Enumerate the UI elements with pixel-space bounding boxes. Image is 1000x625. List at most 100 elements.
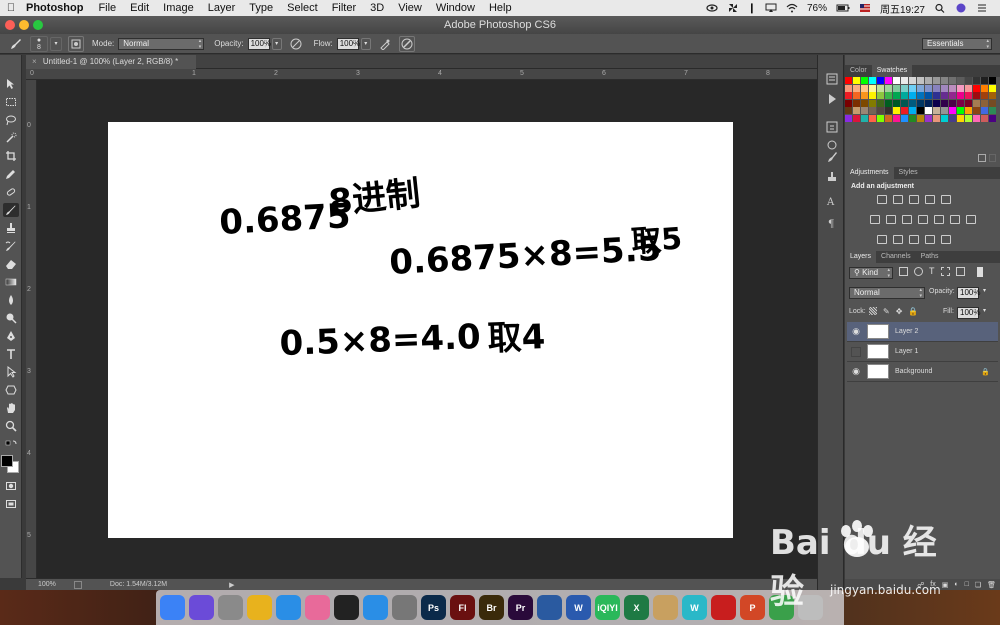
new-swatch-icon[interactable]: [978, 154, 986, 162]
color-swatch[interactable]: [909, 92, 916, 99]
tab-adjustments[interactable]: Adjustments: [845, 167, 894, 179]
lasso-tool-icon[interactable]: [3, 113, 19, 127]
color-swatch[interactable]: [989, 114, 996, 122]
color-swatch[interactable]: [941, 84, 948, 92]
new-layer-icon[interactable]: ❏: [975, 581, 981, 589]
dock-iqiyi-icon[interactable]: iQIYI: [595, 595, 620, 620]
opacity-input[interactable]: 100%: [247, 37, 271, 50]
marquee-tool-icon[interactable]: [3, 95, 19, 109]
color-swatch[interactable]: [909, 99, 916, 107]
black-white-icon[interactable]: [902, 215, 912, 224]
vertical-ruler[interactable]: 0 1 2 3 4 5: [26, 80, 37, 578]
close-window-button[interactable]: [5, 20, 15, 30]
lock-transparent-icon[interactable]: [869, 307, 877, 315]
dock-appstore-icon[interactable]: [363, 595, 388, 620]
color-swatch[interactable]: [941, 114, 948, 122]
color-swatch[interactable]: [845, 84, 852, 92]
color-swatch[interactable]: [973, 84, 980, 92]
dodge-tool-icon[interactable]: [3, 311, 19, 325]
color-swatch[interactable]: [949, 92, 956, 99]
close-tab-icon[interactable]: ×: [32, 57, 37, 66]
dock-qq-icon[interactable]: [334, 595, 359, 620]
color-swatch[interactable]: [941, 92, 948, 99]
color-swatch[interactable]: [949, 99, 956, 107]
color-swatch[interactable]: [957, 99, 964, 107]
color-swatch[interactable]: [925, 84, 932, 92]
color-swatch[interactable]: [981, 99, 988, 107]
document-canvas[interactable]: 0.6875 8进制 0.6875×8=5.5 取5 0.5×8=4.0 取4: [108, 122, 733, 538]
layer-name[interactable]: Layer 2: [895, 328, 918, 335]
brush-size-picker[interactable]: ● 8: [30, 35, 48, 52]
color-swatch[interactable]: [941, 77, 948, 84]
channel-mixer-icon[interactable]: [934, 215, 944, 224]
actions-play-icon[interactable]: [825, 93, 839, 105]
battery-icon[interactable]: [836, 3, 850, 13]
menu-type[interactable]: Type: [242, 2, 280, 14]
brush-panel-icon[interactable]: [825, 151, 839, 163]
workspace-select[interactable]: Essentials: [922, 38, 992, 50]
layer-visibility-eye-icon[interactable]: [851, 346, 861, 357]
airbrush-icon[interactable]: [377, 36, 393, 52]
tab-channels[interactable]: Channels: [876, 251, 916, 263]
mode-select[interactable]: Normal: [118, 37, 205, 50]
menu-filter[interactable]: Filter: [325, 2, 363, 14]
dock-trash-icon[interactable]: [798, 595, 823, 620]
color-swatch[interactable]: [917, 92, 924, 99]
dock-w-app-icon[interactable]: W: [682, 595, 707, 620]
color-swatch[interactable]: [917, 84, 924, 92]
color-swatch[interactable]: [941, 99, 948, 107]
menu-window[interactable]: Window: [429, 2, 482, 14]
shape-tool-icon[interactable]: [3, 383, 19, 397]
healing-brush-tool-icon[interactable]: [3, 185, 19, 199]
layer-name[interactable]: Background: [895, 368, 932, 375]
levels-icon[interactable]: [893, 195, 903, 204]
quick-mask-icon[interactable]: [3, 479, 19, 493]
quick-selection-tool-icon[interactable]: [3, 131, 19, 145]
opacity-slider-arrow-icon[interactable]: ▾: [271, 37, 282, 50]
filter-smart-object-icon[interactable]: [955, 267, 965, 276]
color-swatch[interactable]: [877, 84, 884, 92]
color-swatch[interactable]: [845, 92, 852, 99]
layer-opacity-arrow-icon[interactable]: ▾: [983, 287, 986, 294]
history-brush-tool-icon[interactable]: [3, 239, 19, 253]
menu-layer[interactable]: Layer: [201, 2, 243, 14]
character-panel-icon[interactable]: A: [825, 195, 839, 207]
color-swatch[interactable]: [845, 107, 852, 114]
color-swatch[interactable]: [861, 107, 868, 114]
brush-tool-icon[interactable]: [3, 203, 19, 217]
color-swatch[interactable]: [845, 99, 852, 107]
eraser-tool-icon[interactable]: [3, 257, 19, 271]
color-swatch[interactable]: [933, 77, 940, 84]
color-swatch[interactable]: [885, 99, 892, 107]
color-swatch[interactable]: [893, 77, 900, 84]
maximize-window-button[interactable]: [33, 20, 43, 30]
color-swatch[interactable]: [861, 114, 868, 122]
screen-mode-icon[interactable]: [3, 497, 19, 511]
color-swatch[interactable]: [901, 77, 908, 84]
dock-photoshop-icon[interactable]: Ps: [421, 595, 446, 620]
photo-filter-icon[interactable]: [918, 215, 928, 224]
color-swatch[interactable]: [901, 107, 908, 114]
color-swatch[interactable]: [917, 99, 924, 107]
dock-chrome-icon[interactable]: [247, 595, 272, 620]
color-swatch[interactable]: [861, 92, 868, 99]
color-swatch[interactable]: [933, 107, 940, 114]
hue-saturation-icon[interactable]: [870, 215, 880, 224]
color-swatch[interactable]: [853, 99, 860, 107]
status-menu-arrow-icon[interactable]: ▶: [229, 581, 234, 589]
invert-icon[interactable]: [877, 235, 887, 244]
color-swatch[interactable]: [989, 107, 996, 114]
hand-tool-icon[interactable]: [3, 401, 19, 415]
swatches-grid[interactable]: [845, 77, 997, 122]
color-swatch[interactable]: [933, 99, 940, 107]
dock-flash-icon[interactable]: Fl: [450, 595, 475, 620]
new-adjustment-layer-icon[interactable]: ◐: [954, 581, 958, 588]
dock-quicktime-icon[interactable]: [537, 595, 562, 620]
layer-row[interactable]: ◉ Layer 2: [847, 322, 998, 342]
eyedropper-tool-icon[interactable]: [3, 167, 19, 181]
adjust-panel-icon[interactable]: [825, 139, 839, 151]
color-swatch[interactable]: [949, 84, 956, 92]
exposure-icon[interactable]: [925, 195, 935, 204]
dock-preferences-icon[interactable]: [392, 595, 417, 620]
color-swatch[interactable]: [949, 77, 956, 84]
